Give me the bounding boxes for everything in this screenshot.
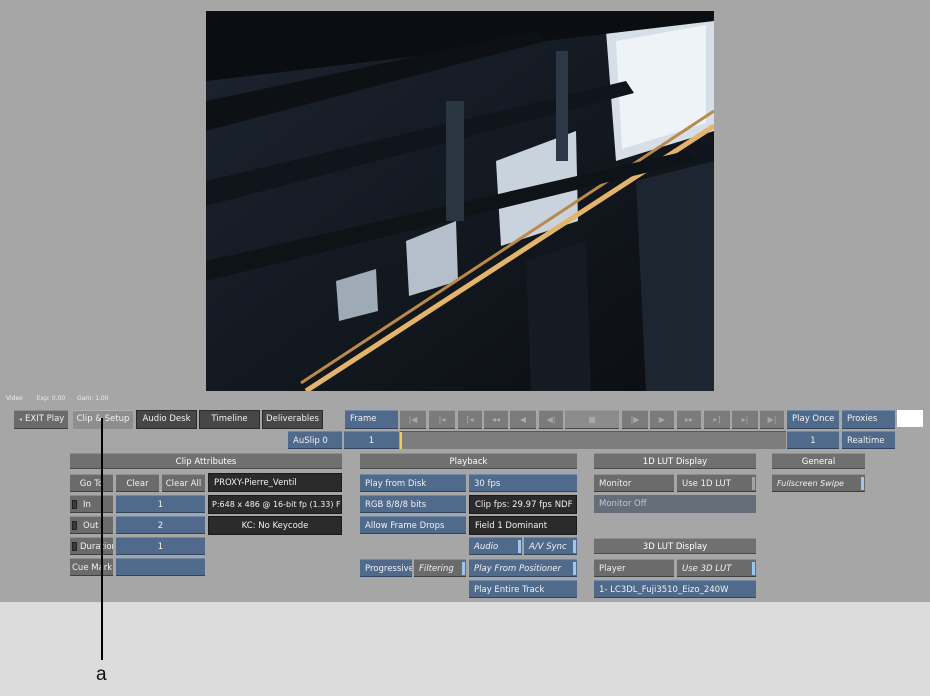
tab-timeline[interactable]: Timeline bbox=[199, 410, 260, 429]
annotation-area bbox=[0, 602, 930, 696]
fullscreen-swipe-indicator bbox=[861, 477, 864, 490]
play-from-disk-button[interactable]: Play from Disk bbox=[360, 474, 466, 492]
gamma-readout: Gam: 1.00 bbox=[77, 395, 109, 402]
lut3d-player-button[interactable]: Player bbox=[594, 559, 674, 577]
av-sync-label: A/V Sync bbox=[529, 542, 567, 552]
step-back-icon[interactable]: ◀ bbox=[510, 410, 536, 429]
lut3d-header: 3D LUT Display bbox=[594, 538, 756, 554]
in-button[interactable]: In bbox=[70, 495, 113, 513]
goto-button[interactable]: Go To bbox=[70, 474, 113, 492]
play-reverse-icon[interactable]: ◀| bbox=[539, 410, 563, 429]
play-forward-icon[interactable]: |▶ bbox=[622, 410, 648, 429]
out-label: Out bbox=[83, 521, 99, 531]
use-1d-lut-label: Use 1D LUT bbox=[682, 479, 731, 489]
in-value-field[interactable]: 1 bbox=[116, 495, 205, 513]
progressive-button[interactable]: Progressive bbox=[360, 559, 412, 577]
lut-name-field[interactable]: 1- LC3DL_Fuji3510_Eizo_240W bbox=[594, 580, 756, 598]
general-header: General bbox=[772, 453, 865, 469]
duration-label: Duration bbox=[80, 542, 113, 552]
field-dominance-field: Field 1 Dominant bbox=[469, 516, 577, 535]
in-label: In bbox=[83, 500, 91, 510]
clear-all-button[interactable]: Clear All bbox=[162, 474, 205, 492]
fullscreen-swipe-label: Fullscreen Swipe bbox=[777, 479, 844, 488]
info-bar: Video Exp: 0.00 Gam: 1.00 bbox=[6, 395, 109, 402]
clip-attributes-header: Clip Attributes bbox=[70, 453, 342, 469]
filtering-toggle[interactable]: Filtering bbox=[414, 559, 466, 577]
lut1d-monitor-button[interactable]: Monitor bbox=[594, 474, 674, 492]
use-3d-lut-toggle[interactable]: Use 3D LUT bbox=[677, 559, 756, 577]
prev-frame-group-icon[interactable]: ◂◂ bbox=[484, 410, 508, 429]
fps-button[interactable]: 30 fps bbox=[469, 474, 577, 492]
use-1d-lut-indicator bbox=[752, 477, 755, 490]
callout-label: a bbox=[96, 664, 107, 685]
color-swatch[interactable] bbox=[897, 410, 923, 427]
audio-toggle-indicator bbox=[518, 540, 521, 553]
av-sync-toggle[interactable]: A/V Sync bbox=[524, 537, 577, 555]
exit-play-label: EXIT Play bbox=[25, 414, 65, 424]
frame-mode-button[interactable]: Frame bbox=[345, 410, 398, 429]
positioner-toggle-indicator bbox=[573, 562, 576, 575]
timeline-scrubber[interactable] bbox=[400, 431, 786, 449]
go-start-icon[interactable]: |◀ bbox=[400, 410, 426, 429]
use-3d-lut-label: Use 3D LUT bbox=[682, 564, 732, 574]
fullscreen-swipe-toggle[interactable]: Fullscreen Swipe bbox=[772, 474, 865, 492]
use-3d-lut-indicator bbox=[752, 562, 755, 575]
monitor-off-field[interactable]: Monitor Off bbox=[594, 495, 756, 513]
out-indicator bbox=[72, 521, 77, 530]
audio-toggle[interactable]: Audio bbox=[469, 537, 522, 555]
rgb-bits-button[interactable]: RGB 8/8/8 bits bbox=[360, 495, 466, 513]
av-sync-toggle-indicator bbox=[573, 540, 576, 553]
cue-mark-button[interactable]: Cue Mark bbox=[70, 558, 113, 576]
audio-label: Audio bbox=[474, 542, 499, 552]
next-frame-group-icon[interactable]: ▸▸ bbox=[677, 410, 701, 429]
factory-frame-image bbox=[206, 11, 714, 391]
in-indicator bbox=[72, 500, 77, 509]
next-mark-icon[interactable]: ▸| bbox=[732, 410, 758, 429]
cue-mark-value-field[interactable] bbox=[116, 558, 205, 576]
prev-mark-icon[interactable]: |◂ bbox=[429, 410, 455, 429]
play-from-positioner-label: Play From Positioner bbox=[474, 564, 562, 574]
play-from-positioner-toggle[interactable]: Play From Positioner bbox=[469, 559, 577, 577]
realtime-button[interactable]: Realtime bbox=[842, 431, 895, 449]
clip-format-field: P:648 x 486 @ 16-bit fp (1.33) F bbox=[208, 495, 342, 514]
video-viewer[interactable] bbox=[206, 11, 714, 391]
proxies-button[interactable]: Proxies bbox=[842, 410, 895, 429]
duration-value-field[interactable]: 1 bbox=[116, 537, 205, 555]
use-1d-lut-toggle[interactable]: Use 1D LUT bbox=[677, 474, 756, 492]
duration-indicator bbox=[72, 542, 77, 551]
exit-play-button[interactable]: ◂ EXIT Play bbox=[14, 410, 68, 429]
exposure-readout: Exp: 0.00 bbox=[36, 395, 66, 402]
prev-key-icon[interactable]: [◂ bbox=[458, 410, 482, 429]
clip-fps-field: Clip fps: 29.97 fps NDF bbox=[469, 495, 577, 514]
player-app: Video Exp: 0.00 Gam: 1.00 ◂ EXIT Play Cli… bbox=[0, 0, 930, 602]
play-icon[interactable]: ▶ bbox=[650, 410, 674, 429]
go-end-icon[interactable]: ▶| bbox=[760, 410, 784, 429]
out-button[interactable]: Out bbox=[70, 516, 113, 534]
filtering-label: Filtering bbox=[419, 564, 454, 574]
video-label: Video bbox=[6, 395, 23, 402]
playhead-marker[interactable] bbox=[400, 432, 402, 449]
keycode-field: KC: No Keycode bbox=[208, 516, 342, 535]
tab-audio-desk[interactable]: Audio Desk bbox=[136, 410, 197, 429]
next-key-icon[interactable]: ▸] bbox=[704, 410, 730, 429]
duration-button[interactable]: Duration bbox=[70, 537, 113, 555]
allow-frame-drops-button[interactable]: Allow Frame Drops bbox=[360, 516, 466, 534]
callout-line bbox=[101, 418, 103, 660]
auslip-field[interactable]: AuSlip 0 bbox=[288, 431, 342, 449]
stop-icon[interactable]: ■ bbox=[565, 410, 619, 429]
tab-deliverables[interactable]: Deliverables bbox=[262, 410, 323, 429]
clip-name-field: PROXY-Pierre_Ventil bbox=[208, 473, 342, 492]
filtering-toggle-indicator bbox=[462, 562, 465, 575]
out-value-field[interactable]: 2 bbox=[116, 516, 205, 534]
tab-clip-setup[interactable]: Clip & Setup bbox=[73, 410, 133, 429]
auslip-value-field[interactable]: 1 bbox=[344, 431, 399, 449]
left-arrow-icon: ◂ bbox=[19, 416, 23, 423]
play-entire-track-button[interactable]: Play Entire Track bbox=[469, 580, 577, 598]
current-frame-field[interactable]: 1 bbox=[787, 431, 839, 449]
lut1d-header: 1D LUT Display bbox=[594, 453, 756, 469]
clear-button[interactable]: Clear bbox=[116, 474, 159, 492]
play-once-button[interactable]: Play Once bbox=[787, 410, 839, 429]
playback-header: Playback bbox=[360, 453, 577, 469]
